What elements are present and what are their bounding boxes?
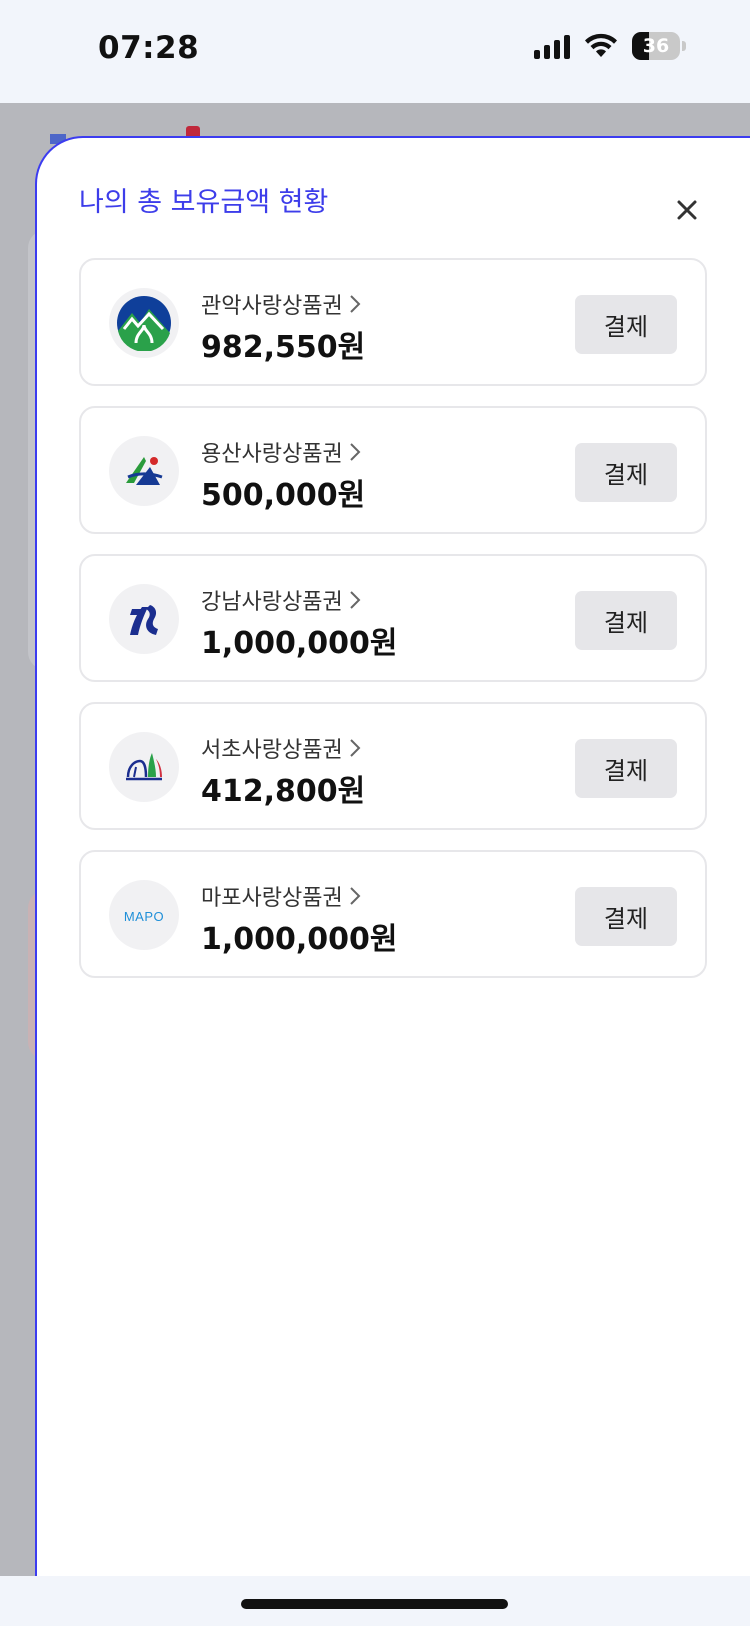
pay-button[interactable]: 결제: [575, 887, 677, 946]
gangnam-logo-icon: [109, 584, 179, 654]
app-screen: 07:28 36 나의 총 보유금액 현황 관악사랑상품권 982,550원 결…: [0, 0, 750, 1626]
pay-button[interactable]: 결제: [575, 295, 677, 354]
pay-button[interactable]: 결제: [575, 591, 677, 650]
chevron-right-icon: [349, 886, 361, 906]
chevron-right-icon: [349, 738, 361, 758]
chevron-right-icon: [349, 294, 361, 314]
voucher-name: 용산사랑상품권: [201, 442, 343, 467]
battery-icon: 36: [632, 32, 686, 60]
voucher-card-yongsan: 용산사랑상품권 500,000원 결제: [79, 406, 707, 534]
voucher-name-link[interactable]: 관악사랑상품권: [201, 288, 361, 320]
pay-button[interactable]: 결제: [575, 739, 677, 798]
gwanak-logo-icon: [109, 288, 179, 358]
modal-title: 나의 총 보유금액 현황: [79, 187, 329, 218]
voucher-card-gangnam: 강남사랑상품권 1,000,000원 결제: [79, 554, 707, 682]
chevron-right-icon: [349, 442, 361, 462]
battery-level: 36: [642, 35, 670, 57]
cellular-signal-icon: [534, 33, 570, 59]
voucher-amount: 1,000,000원: [201, 626, 398, 661]
voucher-name: 서초사랑상품권: [201, 738, 343, 763]
status-bar: 07:28 36: [0, 0, 750, 103]
pay-button[interactable]: 결제: [575, 443, 677, 502]
voucher-name-link[interactable]: 강남사랑상품권: [201, 584, 361, 616]
voucher-amount: 412,800원: [201, 774, 366, 809]
voucher-card-gwanak: 관악사랑상품권 982,550원 결제: [79, 258, 707, 386]
close-button[interactable]: [667, 190, 707, 230]
chevron-right-icon: [349, 590, 361, 610]
seocho-logo-icon: [109, 732, 179, 802]
voucher-amount: 1,000,000원: [201, 922, 398, 957]
close-icon: [677, 200, 697, 220]
voucher-card-seocho: 서초사랑상품권 412,800원 결제: [79, 702, 707, 830]
voucher-name-link[interactable]: 용산사랑상품권: [201, 436, 361, 468]
voucher-amount: 500,000원: [201, 478, 366, 513]
voucher-amount: 982,550원: [201, 330, 366, 365]
home-indicator[interactable]: [241, 1599, 508, 1609]
wifi-icon: [584, 33, 618, 59]
status-time: 07:28: [98, 30, 200, 66]
status-icons: 36: [534, 32, 686, 60]
voucher-name: 강남사랑상품권: [201, 590, 343, 615]
mapo-logo-icon: MAPO: [109, 880, 179, 950]
voucher-name: 관악사랑상품권: [201, 294, 343, 319]
voucher-name-link[interactable]: 마포사랑상품권: [201, 880, 361, 912]
holdings-modal: 나의 총 보유금액 현황 관악사랑상품권 982,550원 결제 용산사랑상품권…: [35, 136, 750, 1576]
voucher-name: 마포사랑상품권: [201, 886, 343, 911]
voucher-card-mapo: MAPO 마포사랑상품권 1,000,000원 결제: [79, 850, 707, 978]
voucher-name-link[interactable]: 서초사랑상품권: [201, 732, 361, 764]
yongsan-logo-icon: [109, 436, 179, 506]
mapo-logo-text: MAPO: [124, 909, 164, 924]
